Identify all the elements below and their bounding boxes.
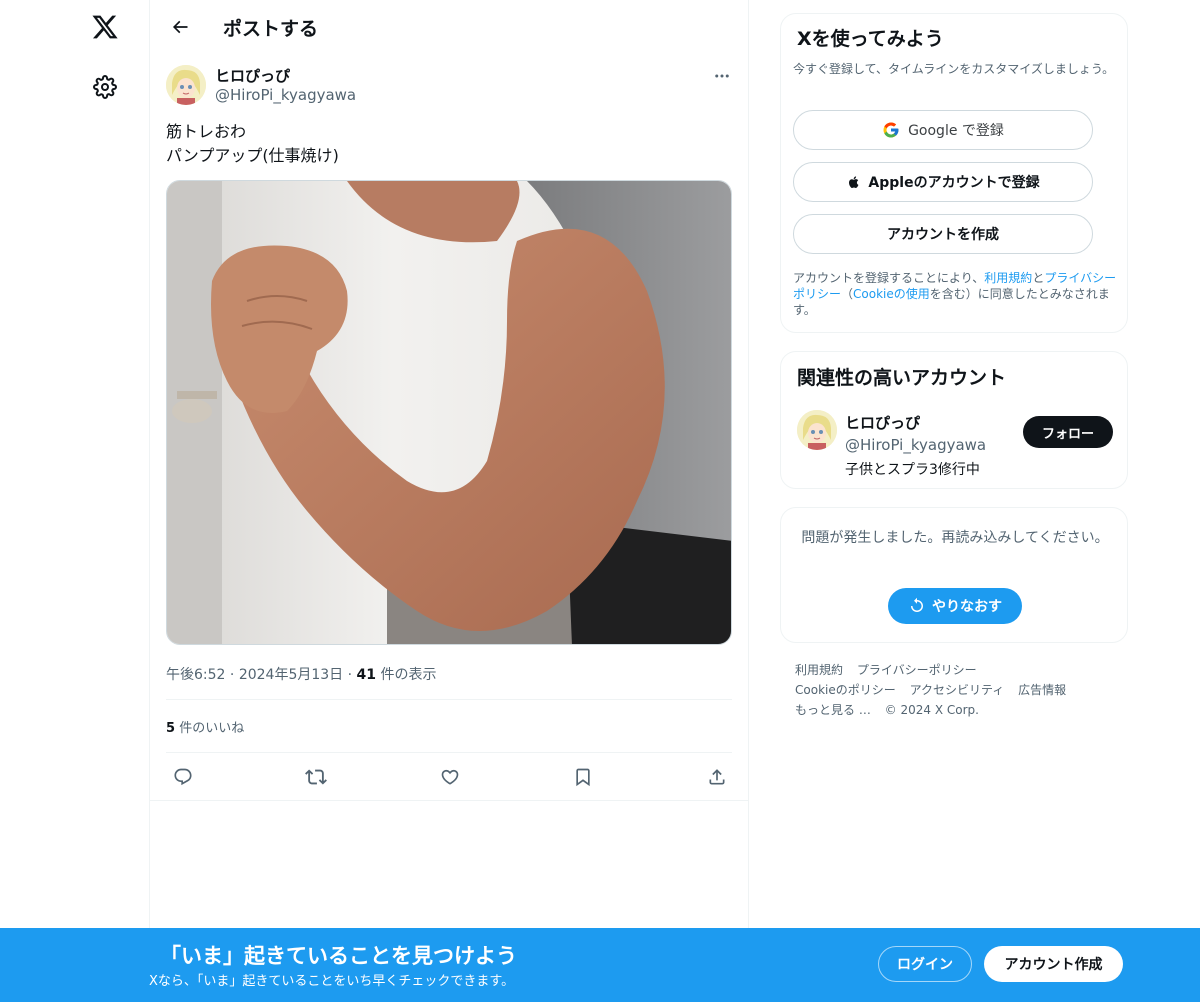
post-date[interactable]: 2024年5月13日 — [239, 667, 343, 683]
likes-label: 件のいいね — [179, 721, 245, 736]
create-account-label: アカウントを作成 — [887, 227, 999, 243]
login-button[interactable]: ログイン — [878, 946, 972, 982]
terms-and: と — [1032, 271, 1045, 285]
related-accounts-card: 関連性の高いアカウント ヒロぴっぴ @HiroPi_kyagyawa 子供とスプ… — [780, 351, 1128, 489]
avatar[interactable] — [166, 65, 206, 105]
author-name[interactable]: ヒロぴっぴ — [215, 65, 290, 86]
post-meta: 午後6:52 · 2024年5月13日 · 41 件の表示 — [166, 664, 436, 684]
post-text-line: パンプアップ(仕事焼け) — [166, 146, 339, 165]
retry-button[interactable]: やりなおす — [888, 588, 1022, 624]
terms-prefix: アカウントを登録することにより、 — [793, 271, 985, 285]
apple-icon — [849, 176, 859, 188]
bottom-banner: 「いま」起きていることを見つけよう Xなら、「いま」起きていることをいち早くチェ… — [0, 928, 1200, 1002]
author-handle[interactable]: @HiroPi_kyagyawa — [215, 86, 356, 104]
post-time[interactable]: 午後6:52 — [166, 667, 225, 683]
terms-link[interactable]: 利用規約 — [984, 271, 1032, 285]
footer-link[interactable]: アクセシビリティ — [910, 683, 1005, 697]
page-header: ポストする — [150, 0, 750, 54]
repost-icon[interactable] — [299, 760, 333, 794]
divider — [166, 699, 732, 700]
bookmark-icon[interactable] — [566, 760, 600, 794]
signup-title: Xを使ってみよう — [797, 28, 944, 50]
post-text: 筋トレおわ パンプアップ(仕事焼け) — [166, 120, 339, 168]
related-title: 関連性の高いアカウント — [797, 367, 1007, 389]
x-logo-icon[interactable] — [86, 8, 124, 46]
related-handle[interactable]: @HiroPi_kyagyawa — [845, 436, 986, 454]
banner-title: 「いま」起きていることを見つけよう — [160, 944, 517, 968]
footer-link[interactable]: Cookieのポリシー — [795, 683, 896, 697]
likes-link[interactable]: 5 件のいいね — [166, 717, 244, 736]
signup-button[interactable]: アカウント作成 — [984, 946, 1123, 982]
avatar[interactable] — [797, 410, 837, 450]
signup-card: Xを使ってみよう 今すぐ登録して、タイムラインをカスタマイズしましょう。 Goo… — [780, 13, 1128, 333]
follow-button[interactable]: フォロー — [1023, 416, 1113, 448]
banner-subtitle: Xなら、「いま」起きていることをいち早くチェックできます。 — [149, 974, 515, 989]
google-signup-label: Google で登録 — [908, 123, 1004, 139]
post-author: ヒロぴっぴ @HiroPi_kyagyawa — [166, 64, 734, 108]
error-card: 問題が発生しました。再読み込みしてください。 やりなおす — [780, 507, 1128, 643]
likes-count: 5 — [166, 721, 176, 736]
post-actions — [166, 760, 732, 794]
retry-label: やりなおす — [932, 599, 1002, 615]
views-label: 件の表示 — [380, 667, 437, 683]
apple-signup-label: Appleのアカウントで登録 — [868, 175, 1040, 191]
back-arrow-icon[interactable] — [162, 9, 198, 45]
divider — [150, 800, 748, 801]
views-count: 41 — [356, 667, 377, 683]
left-nav — [0, 0, 150, 1002]
refresh-icon — [911, 597, 923, 612]
footer-links: 利用規約 プライバシーポリシー Cookieのポリシー アクセシビリティ 広告情… — [795, 660, 1125, 720]
cookie-link[interactable]: Cookieの使用 — [853, 287, 930, 301]
page-title: ポストする — [223, 18, 319, 40]
main-column: ポストする ヒロぴっぴ @HiroPi_kyagyawa 筋トレおわ パンプアッ… — [149, 0, 749, 1002]
terms-text: アカウントを登録することにより、利用規約とプライバシーポリシー（Cookieの使… — [793, 270, 1123, 318]
apple-signup-button[interactable]: Appleのアカウントで登録 — [793, 162, 1093, 202]
create-account-button[interactable]: アカウントを作成 — [793, 214, 1093, 254]
post-text-line: 筋トレおわ — [166, 122, 247, 141]
reply-icon[interactable] — [166, 760, 200, 794]
related-name[interactable]: ヒロぴっぴ — [845, 412, 920, 433]
google-icon — [883, 122, 899, 138]
post-image[interactable] — [166, 180, 732, 645]
cookie-open: （ — [841, 287, 854, 301]
more-options-icon[interactable] — [710, 64, 734, 88]
google-signup-button[interactable]: Google で登録 — [793, 110, 1093, 150]
footer-link[interactable]: プライバシーポリシー — [857, 663, 977, 677]
footer-more-link[interactable]: もっと見る … — [795, 703, 871, 717]
divider — [166, 752, 732, 753]
error-message: 問題が発生しました。再読み込みしてください。 — [801, 530, 1109, 546]
like-icon[interactable] — [433, 760, 467, 794]
signup-subtitle: 今すぐ登録して、タイムラインをカスタマイズしましょう。 — [793, 62, 1115, 76]
related-bio: 子供とスプラ3修行中 — [845, 462, 980, 478]
meta-separator: · — [229, 667, 239, 683]
gear-icon[interactable] — [86, 68, 124, 106]
copyright: © 2024 X Corp. — [884, 703, 979, 717]
footer-link[interactable]: 広告情報 — [1018, 683, 1066, 697]
footer-link[interactable]: 利用規約 — [795, 663, 843, 677]
share-icon[interactable] — [700, 760, 734, 794]
meta-separator: · — [347, 667, 357, 683]
